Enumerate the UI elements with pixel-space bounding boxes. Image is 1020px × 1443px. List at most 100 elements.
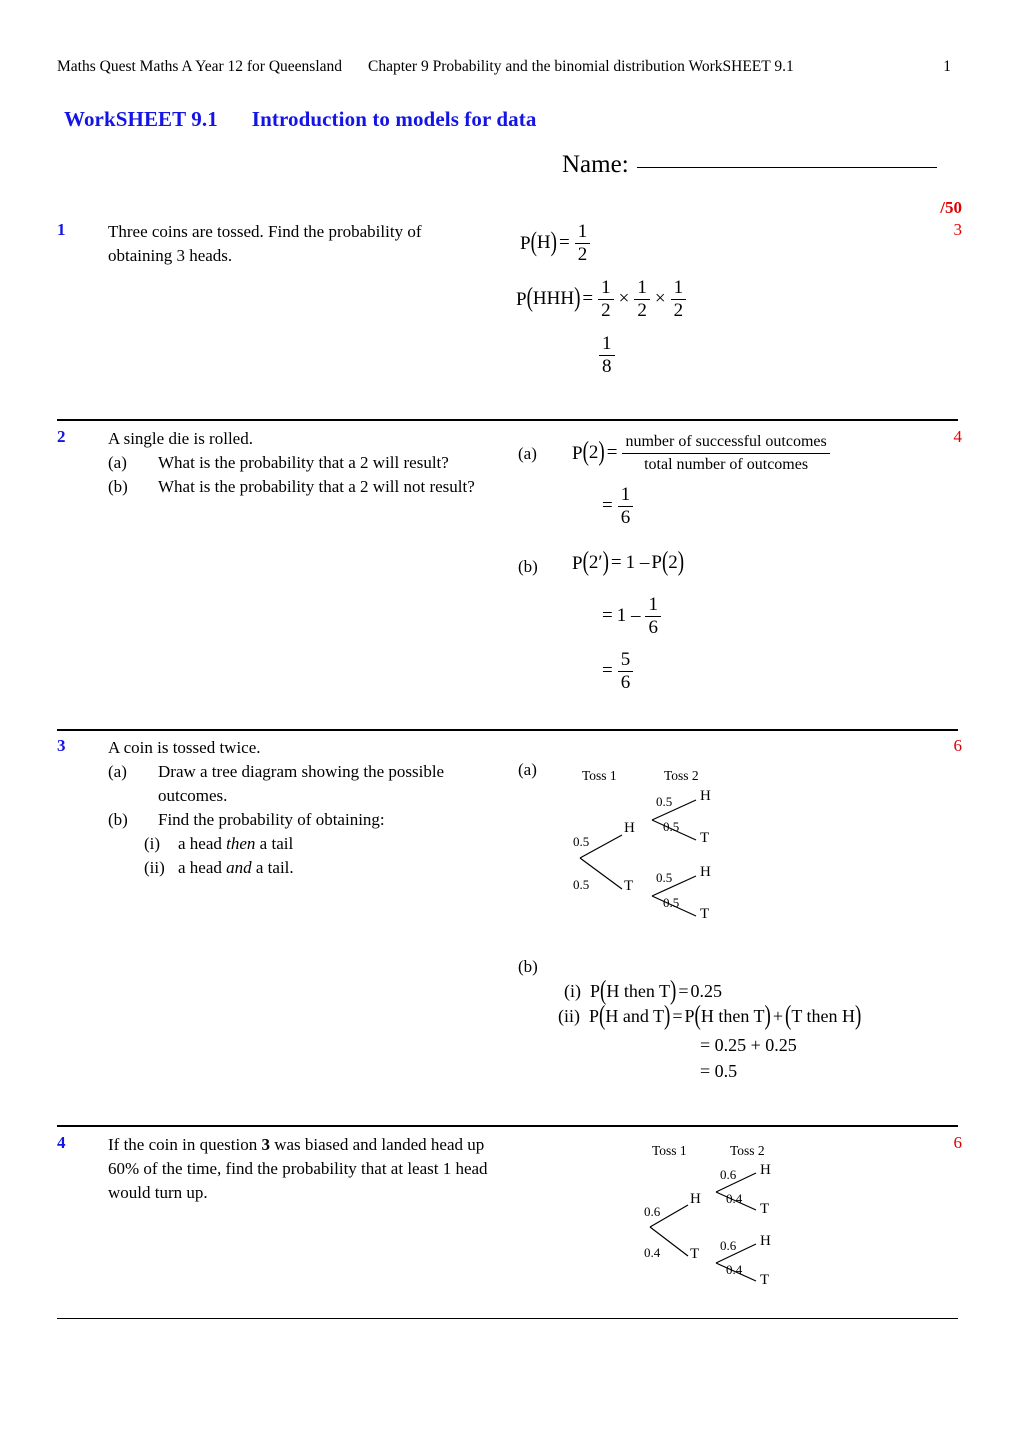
q1-fraction-half: 1 2 xyxy=(574,222,591,265)
question-3-tree-diagram: Toss 1 Toss 2 0.5 0.5 H T 0.5 0.5 0.5 0.… xyxy=(560,768,760,938)
q3-ii-arg: H and T xyxy=(605,1006,665,1026)
q3-i-arg: H then T xyxy=(606,981,671,1001)
q2-equals: = xyxy=(606,441,618,463)
question-2-answer-b3: = 5 6 xyxy=(600,650,636,693)
question-2-answer-a2: = 1 6 xyxy=(600,485,636,528)
q2b-fraction-sixth: 1 6 xyxy=(645,595,661,638)
q1-p-symbol: P xyxy=(520,232,531,254)
q2b-arg: 2′ xyxy=(588,552,603,573)
question-2-number: 2 xyxy=(57,427,66,446)
tree-prob-ht-q4: 0.4 xyxy=(726,1191,743,1206)
q1-arg: H xyxy=(536,231,551,253)
tree-node-hh-q4: H xyxy=(760,1162,771,1178)
q1-fraction-eighth: 1 8 xyxy=(599,334,615,377)
tree-prob-th-q4: 0.6 xyxy=(720,1238,737,1253)
q3-ii-equals: = xyxy=(672,1006,683,1026)
q2b-one-minus: 1 – xyxy=(625,552,650,573)
q1-times-2: × xyxy=(654,287,666,309)
name-input[interactable] xyxy=(636,147,937,168)
q2b-equals: = xyxy=(610,552,622,573)
question-1-answer-line-3: 1 8 xyxy=(596,334,618,377)
tree-node-th: H xyxy=(700,864,711,880)
question-2-text: A single die is rolled. (a) What is the … xyxy=(108,427,498,499)
q2-p-symbol: P xyxy=(572,442,583,464)
question-4-text-pre: If the coin in question xyxy=(108,1135,262,1154)
page-number: 1 xyxy=(943,58,951,75)
question-2-mark: 4 xyxy=(953,427,963,446)
divider-1 xyxy=(57,419,958,421)
q2b-p-symbol-2: P xyxy=(651,552,662,573)
q1-p-symbol-2: P xyxy=(516,288,527,310)
tree-prob-ht: 0.5 xyxy=(663,819,680,834)
q2-fraction-sixth: 1 6 xyxy=(617,485,634,528)
question-3-part-b-text: Find the probability of obtaining: xyxy=(158,810,385,829)
q1-fraction-3: 1 2 xyxy=(670,278,687,321)
question-3-subpart-i: (i) a head then a tail xyxy=(144,832,478,856)
q1-arg-hhh: HHH xyxy=(532,287,575,309)
tree-prob-th: 0.5 xyxy=(656,870,673,885)
tree-node-h1: H xyxy=(624,820,635,836)
question-2-part-b: (b) What is the probability that a 2 wil… xyxy=(108,475,498,499)
question-1-answer-line-1: P(H) = 1 2 xyxy=(520,222,593,265)
q2b-equals-3: = xyxy=(602,659,613,681)
q3-i-value: 0.25 xyxy=(690,981,723,1001)
question-2-part-b-label: (b) xyxy=(108,477,128,496)
page-title: WorkSHEET 9.1 Introduction to models for … xyxy=(64,107,536,132)
question-3-subpart-ii: (ii) a head and a tail. xyxy=(144,856,478,880)
tree-node-ht-q4: T xyxy=(760,1201,770,1217)
q3-ii-plus: + xyxy=(772,1006,783,1026)
tree-prob-h1-q4: 0.6 xyxy=(644,1204,661,1219)
running-head-chapter: Chapter 9 Probability and the binomial d… xyxy=(368,58,794,75)
question-3-number: 3 xyxy=(57,736,66,755)
question-3-mark: 6 xyxy=(953,736,963,755)
tree-header-toss-2-q4: Toss 2 xyxy=(730,1143,765,1158)
tree-prob-hh-q4: 0.6 xyxy=(720,1167,737,1182)
worksheet-label: WorkSHEET 9.1 xyxy=(64,107,218,131)
question-1-mark: 3 xyxy=(953,220,963,239)
question-2-answer-b: P(2′) = 1 – P(2) xyxy=(572,547,685,578)
question-3-answer-ii-line-3: = 0.5 xyxy=(700,1061,738,1081)
q3-ii-arg-3: T then H xyxy=(791,1006,855,1026)
q3-i-label: (i) xyxy=(564,981,581,1001)
running-head: Maths Quest Maths A Year 12 for Queensla… xyxy=(57,58,957,76)
divider-4 xyxy=(57,1318,958,1319)
q3-i-p-symbol: P xyxy=(590,981,601,1001)
tree-node-h1-q4: H xyxy=(690,1191,701,1207)
q1-fraction-2: 1 2 xyxy=(634,278,650,321)
question-4-number: 4 xyxy=(57,1133,66,1152)
tree-node-hh: H xyxy=(700,788,711,804)
q2-arg: 2 xyxy=(588,441,599,463)
question-3-stem: A coin is tossed twice. xyxy=(108,738,261,757)
tree-prob-t1: 0.5 xyxy=(573,877,590,892)
q3-i-equals: = xyxy=(678,981,689,1001)
tree-header-toss-1-q4: Toss 1 xyxy=(652,1143,687,1158)
q3-ii-p-symbol-2: P xyxy=(684,1006,695,1026)
total-marks: /50 xyxy=(940,198,962,217)
q1-equals-2: = xyxy=(582,287,594,309)
question-3-subpart-ii-label: (ii) xyxy=(144,858,165,877)
tree-prob-h1: 0.5 xyxy=(573,834,590,849)
question-3-part-a-label: (a) xyxy=(108,762,127,781)
question-3-answer-ii-line-2: = 0.25 + 0.25 xyxy=(700,1035,797,1055)
tree-node-ht: T xyxy=(700,830,710,846)
tree-prob-t1-q4: 0.4 xyxy=(644,1245,661,1260)
q2b-arg-2: 2 xyxy=(668,552,678,573)
question-3-part-b-label: (b) xyxy=(108,810,128,829)
question-2-answer-b2: = 1 – 1 6 xyxy=(600,595,664,638)
question-2-part-a-text: What is the probability that a 2 will re… xyxy=(158,453,449,472)
tree-node-tt: T xyxy=(700,906,710,922)
question-4-text: If the coin in question 3 was biased and… xyxy=(108,1133,508,1205)
question-1-answer-line-2: P(HHH) = 1 2 × 1 2 × 1 2 xyxy=(516,278,689,321)
question-3-answer-b-label: (b) xyxy=(518,957,538,976)
q3-ii-p-symbol: P xyxy=(589,1006,600,1026)
divider-3 xyxy=(57,1125,958,1127)
question-3-subpart-i-label: (i) xyxy=(144,834,161,853)
name-label: Name: xyxy=(562,151,629,178)
q2-fraction-definition: number of successful outcomes total numb… xyxy=(622,432,830,475)
name-field: Name: xyxy=(562,147,937,179)
q1-fraction-1: 1 2 xyxy=(598,278,614,321)
tree-node-th-q4: H xyxy=(760,1233,771,1249)
question-4-tree-diagram: Toss 1 Toss 2 0.6 0.4 H T 0.6 0.4 0.6 0.… xyxy=(638,1143,818,1297)
question-4-text-ref: 3 xyxy=(261,1135,270,1154)
question-2-answer-a: P(2) = number of successful outcomes tota… xyxy=(572,432,833,475)
